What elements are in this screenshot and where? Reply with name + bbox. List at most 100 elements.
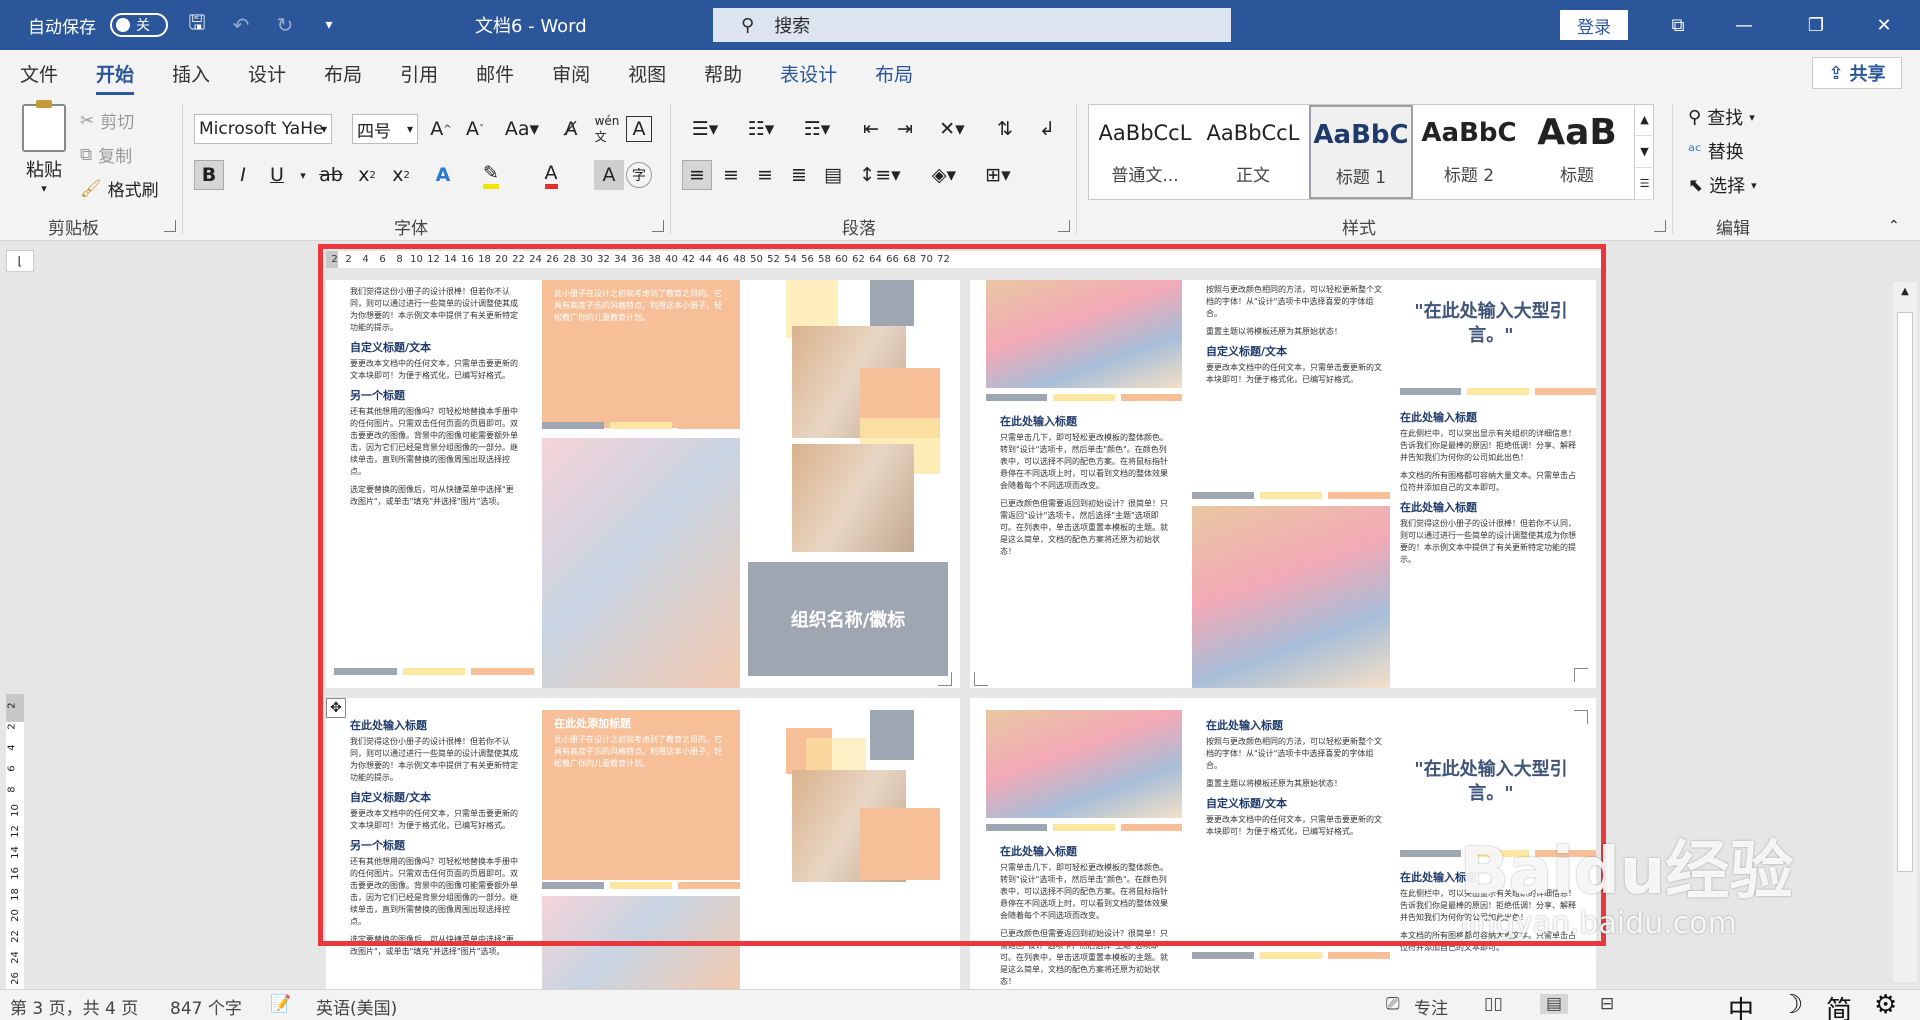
strikethrough-button[interactable]: ab — [316, 160, 346, 190]
ime-chinese[interactable]: 中 — [1728, 990, 1754, 1020]
text-effects-icon[interactable]: A — [428, 160, 458, 190]
enclose-character-icon[interactable]: 字 — [626, 162, 652, 188]
align-center-button[interactable]: ≡ — [716, 160, 746, 190]
replace-button[interactable]: ᵃᶜ 替换 — [1688, 138, 1744, 164]
paste-button[interactable]: 粘贴 ▾ — [20, 100, 68, 195]
redo-icon[interactable]: ↻ — [270, 10, 300, 40]
character-border-icon[interactable]: A — [626, 116, 652, 142]
align-left-button[interactable]: ≡ — [682, 160, 712, 190]
collapse-ribbon-icon[interactable]: ⌃ — [1888, 218, 1900, 234]
print-layout-icon[interactable]: ▤ — [1540, 994, 1569, 1014]
line-spacing-icon[interactable]: ↕≡▾ — [858, 160, 902, 190]
justify-button[interactable]: ≣ — [784, 160, 814, 190]
page-count[interactable]: 第 3 页，共 4 页 — [10, 994, 138, 1019]
increase-indent-icon[interactable]: ⇥ — [890, 114, 920, 144]
tab-review[interactable]: 审阅 — [552, 60, 590, 87]
login-button[interactable]: 登录 — [1560, 10, 1628, 40]
subscript-button[interactable]: x2 — [352, 160, 382, 190]
cut-button[interactable]: ✂ 剪切 — [80, 108, 135, 134]
word-count[interactable]: 847 个字 — [170, 994, 242, 1019]
search-box[interactable]: ⚲ 搜索 — [713, 8, 1231, 42]
tab-table-design[interactable]: 表设计 — [780, 60, 837, 87]
shading-icon[interactable]: ◈▾ — [922, 160, 966, 190]
tab-view[interactable]: 视图 — [628, 60, 666, 87]
show-marks-icon[interactable]: ↲ — [1032, 114, 1062, 144]
styles-launcher-icon[interactable] — [1654, 220, 1666, 232]
clipboard-launcher-icon[interactable] — [164, 220, 176, 232]
tab-insert[interactable]: 插入 — [172, 60, 210, 87]
cut-label: 剪切 — [100, 113, 135, 133]
proofing-icon[interactable]: 📝 — [270, 994, 291, 1014]
scrollbar-thumb[interactable] — [1897, 312, 1913, 872]
multilevel-list-icon[interactable]: ☶▾ — [796, 114, 838, 144]
font-name-combo[interactable]: Microsoft YaHe ▾ — [194, 114, 332, 144]
chevron-down-icon[interactable]: ▼ — [1635, 136, 1654, 168]
focus-icon[interactable]: ⎚ — [1386, 994, 1400, 1014]
vertical-scrollbar[interactable]: ▲ — [1893, 282, 1917, 982]
ruler-tick-label: 22 — [9, 930, 21, 943]
tab-design[interactable]: 设计 — [248, 60, 286, 87]
bullets-icon[interactable]: ☰▾ — [684, 114, 726, 144]
numbering-icon[interactable]: ☷▾ — [740, 114, 782, 144]
style-heading-1[interactable]: AaBbC 标题 1 — [1309, 105, 1413, 199]
web-layout-icon[interactable]: ⊟ — [1600, 994, 1614, 1014]
select-button[interactable]: ⬉ 选择 ▾ — [1688, 172, 1757, 198]
style-heading-2[interactable]: AaBbC 标题 2 — [1417, 105, 1521, 199]
character-shading-icon[interactable]: A — [594, 160, 624, 190]
language[interactable]: 英语(美国) — [316, 994, 397, 1019]
save-icon[interactable]: 🖫 — [182, 10, 212, 40]
font-size-combo[interactable]: 四号 ▾ — [352, 114, 418, 144]
find-button[interactable]: ⚲ 查找 ▾ — [1688, 104, 1755, 130]
superscript-button[interactable]: x2 — [386, 160, 416, 190]
font-launcher-icon[interactable] — [652, 220, 664, 232]
ribbon-display-icon[interactable]: ⧉ — [1658, 6, 1698, 44]
minimize-icon[interactable]: — — [1724, 6, 1764, 44]
chevron-up-icon[interactable]: ▲ — [1635, 104, 1654, 136]
vertical-ruler[interactable]: 2 2 4 6 8 10 12 14 16 18 20 22 24 26 — [6, 694, 24, 994]
gear-icon[interactable]: ⚙ — [1874, 990, 1897, 1020]
phonetic-guide-icon[interactable]: wén 文 — [592, 114, 622, 144]
chevron-down-icon[interactable]: ▾ — [288, 160, 318, 190]
highlight-icon[interactable]: ✎ — [476, 160, 506, 190]
ime-simplified[interactable]: 简 — [1826, 990, 1852, 1020]
text-direction-icon[interactable]: ✕▾ — [930, 114, 974, 144]
copy-button[interactable]: ⧉ 复制 — [80, 142, 132, 168]
font-color-icon[interactable]: A — [536, 160, 566, 190]
align-right-button[interactable]: ≡ — [750, 160, 780, 190]
tab-table-layout[interactable]: 布局 — [875, 60, 913, 87]
tab-selector-icon[interactable]: ⌊ — [6, 250, 34, 272]
tab-layout[interactable]: 布局 — [324, 60, 362, 87]
share-button[interactable]: ⇪ 共享 — [1812, 57, 1902, 89]
borders-icon[interactable]: ⊞▾ — [976, 160, 1020, 190]
scroll-up-icon[interactable]: ▲ — [1897, 286, 1913, 302]
style-normal-text[interactable]: AaBbCcL 普通文... — [1093, 105, 1197, 199]
search-placeholder: 搜索 — [774, 16, 811, 37]
restore-icon[interactable]: ❐ — [1796, 6, 1836, 44]
read-mode-icon[interactable]: ▯▯ — [1484, 994, 1503, 1014]
tab-references[interactable]: 引用 — [400, 60, 438, 87]
decrease-indent-icon[interactable]: ⇤ — [856, 114, 886, 144]
tab-help[interactable]: 帮助 — [704, 60, 742, 87]
sort-icon[interactable]: ⇅ — [990, 114, 1020, 144]
bold-button[interactable]: B — [194, 160, 224, 190]
moon-icon[interactable]: ☽ — [1780, 990, 1803, 1020]
grow-font-icon[interactable]: A ^ — [426, 114, 456, 144]
focus-label[interactable]: 专注 — [1414, 994, 1448, 1019]
more-icon[interactable]: ☰ — [1635, 168, 1654, 200]
close-icon[interactable]: ✕ — [1864, 6, 1904, 44]
shrink-font-icon[interactable]: Aˇ — [460, 114, 490, 144]
customize-qat-icon[interactable]: ▾ — [314, 10, 344, 40]
distributed-button[interactable]: ▤ — [818, 160, 848, 190]
style-title[interactable]: AaB 标题 — [1525, 105, 1629, 199]
tab-file[interactable]: 文件 — [20, 60, 58, 87]
style-body[interactable]: AaBbCcL 正文 — [1201, 105, 1305, 199]
autosave-toggle[interactable]: 关 — [110, 13, 168, 37]
tab-home[interactable]: 开始 — [96, 60, 135, 95]
paragraph-launcher-icon[interactable] — [1058, 220, 1070, 232]
change-case-icon[interactable]: Aa▾ — [500, 114, 544, 144]
format-painter-button[interactable]: 🖌 格式刷 — [80, 176, 159, 202]
undo-icon[interactable]: ↶ — [226, 10, 256, 40]
italic-button[interactable]: I — [228, 160, 258, 190]
clear-formatting-icon[interactable]: A̸ — [556, 114, 586, 144]
tab-mailings[interactable]: 邮件 — [476, 60, 514, 87]
